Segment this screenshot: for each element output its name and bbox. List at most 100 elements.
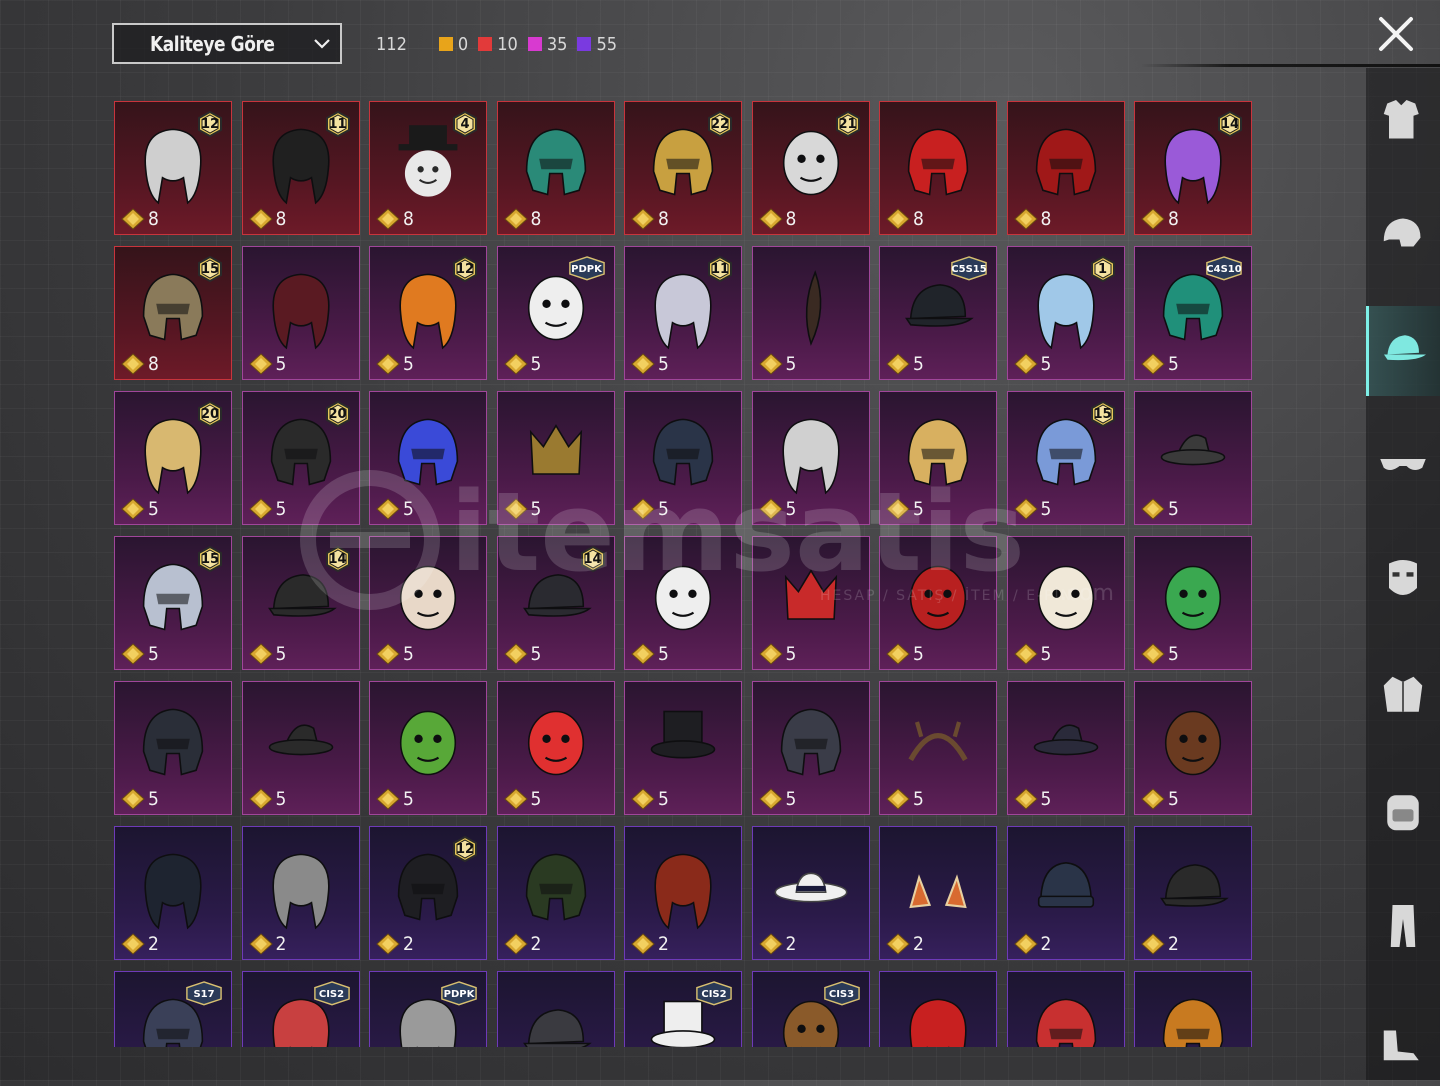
item-card[interactable]: 5 bbox=[879, 681, 997, 815]
sidebar-item-glasses[interactable] bbox=[1366, 421, 1440, 511]
item-icon bbox=[781, 418, 840, 495]
item-card[interactable]: 5 bbox=[1134, 681, 1252, 815]
item-card[interactable]: 2 bbox=[751, 826, 870, 960]
item-quantity: 5 bbox=[503, 353, 541, 375]
item-quantity: 5 bbox=[503, 498, 541, 520]
item-icon bbox=[1037, 565, 1094, 631]
item-card[interactable]: 15 bbox=[1006, 246, 1125, 380]
item-card[interactable] bbox=[879, 971, 997, 1047]
item-card[interactable]: 5 bbox=[751, 681, 870, 815]
item-card[interactable]: 20 5 bbox=[241, 391, 360, 525]
item-card[interactable]: CIS2 bbox=[241, 971, 360, 1047]
item-card[interactable]: 5 bbox=[369, 681, 487, 815]
item-card[interactable]: CIS2 bbox=[624, 971, 742, 1047]
item-card[interactable]: 5 bbox=[751, 246, 870, 380]
item-quantity-value: 2 bbox=[530, 933, 542, 955]
item-card[interactable]: 22 8 bbox=[624, 101, 742, 235]
item-quantity-value: 5 bbox=[785, 353, 797, 375]
item-card[interactable]: 12 2 bbox=[369, 826, 487, 960]
item-card[interactable] bbox=[1134, 971, 1252, 1047]
sidebar-item-pants[interactable] bbox=[1366, 881, 1440, 971]
gold-square-icon bbox=[438, 37, 453, 51]
sidebar-item-helmet[interactable] bbox=[1366, 191, 1440, 281]
item-quantity: 5 bbox=[631, 788, 669, 810]
item-card[interactable]: 5 bbox=[1134, 391, 1252, 525]
close-icon[interactable] bbox=[1376, 14, 1416, 54]
item-card[interactable]: 15 5 bbox=[1006, 391, 1125, 525]
sidebar-item-shoes[interactable] bbox=[1366, 996, 1440, 1086]
item-quantity: 5 bbox=[886, 498, 924, 520]
currency-icon bbox=[886, 788, 910, 810]
item-badge: 1 bbox=[1090, 256, 1116, 282]
item-quantity: 2 bbox=[1141, 933, 1179, 955]
item-card[interactable]: 15 5 bbox=[114, 536, 232, 670]
item-card[interactable]: 8 bbox=[1006, 101, 1125, 235]
item-card[interactable]: 2 bbox=[114, 826, 232, 960]
item-card[interactable]: 15 8 bbox=[114, 246, 232, 380]
item-card[interactable]: 5 bbox=[369, 536, 487, 670]
item-quantity-value: 5 bbox=[1040, 643, 1052, 665]
item-quantity: 5 bbox=[376, 788, 414, 810]
item-card[interactable]: 12 8 bbox=[114, 101, 232, 235]
item-card[interactable]: C4S10 5 bbox=[1134, 246, 1252, 380]
item-quantity: 5 bbox=[758, 353, 797, 375]
item-card[interactable] bbox=[496, 971, 615, 1047]
item-card[interactable]: 5 bbox=[496, 391, 615, 525]
item-card[interactable]: 5 bbox=[114, 681, 232, 815]
item-card[interactable]: 5 bbox=[241, 681, 360, 815]
item-card[interactable]: 14 5 bbox=[241, 536, 360, 670]
item-card[interactable]: 48 bbox=[369, 101, 487, 235]
item-card[interactable]: 12 5 bbox=[369, 246, 487, 380]
item-card[interactable]: 8 bbox=[496, 101, 615, 235]
item-grid: 12 8 11 8 4 8 8 22 8 21 8 8 8 14 8 15 8 5 12 5 PDPK 5 11 5 5 C5S1… bbox=[114, 101, 1254, 1047]
item-quantity: 5 bbox=[1141, 353, 1179, 375]
sidebar-item-outfit[interactable] bbox=[1366, 76, 1440, 166]
item-card[interactable]: 2 bbox=[1006, 826, 1125, 960]
item-icon bbox=[805, 269, 821, 346]
item-card[interactable]: 5 bbox=[879, 391, 997, 525]
item-card[interactable]: 5 bbox=[624, 681, 742, 815]
item-card[interactable]: 5 bbox=[496, 681, 615, 815]
item-card[interactable]: 2 bbox=[241, 826, 360, 960]
item-card[interactable]: 5 bbox=[751, 391, 870, 525]
item-card[interactable]: 5 bbox=[751, 536, 870, 670]
sort-dropdown[interactable]: Kaliteye Göre bbox=[112, 23, 342, 64]
sidebar-item-backpack[interactable] bbox=[1366, 766, 1440, 856]
item-quantity: 5 bbox=[1141, 498, 1179, 520]
item-icon bbox=[907, 128, 969, 196]
item-card[interactable]: 8 bbox=[879, 101, 997, 235]
item-card[interactable] bbox=[1006, 971, 1125, 1047]
sidebar-item-mask[interactable] bbox=[1366, 536, 1440, 626]
sidebar-item-jacket[interactable] bbox=[1366, 651, 1440, 741]
item-card[interactable]: 5 bbox=[1006, 681, 1125, 815]
item-card[interactable]: 5 bbox=[879, 536, 997, 670]
item-quantity: 8 bbox=[376, 208, 414, 230]
item-card[interactable]: 21 8 bbox=[751, 101, 870, 235]
item-card[interactable]: 14 5 bbox=[496, 536, 615, 670]
item-card[interactable]: 5 bbox=[624, 536, 742, 670]
item-card[interactable]: 2 bbox=[1134, 826, 1252, 960]
item-card[interactable]: 5 bbox=[241, 246, 360, 380]
currency-icon bbox=[886, 643, 910, 665]
item-card[interactable]: 11 8 bbox=[241, 101, 360, 235]
sidebar-item-hat[interactable] bbox=[1366, 306, 1440, 396]
item-card[interactable]: S17 bbox=[114, 971, 232, 1047]
item-quantity-value: 8 bbox=[275, 208, 287, 230]
item-card[interactable]: 2 bbox=[879, 826, 997, 960]
item-card[interactable]: 2 bbox=[496, 826, 615, 960]
item-card[interactable]: C5S15 5 bbox=[879, 246, 997, 380]
item-card[interactable]: 14 8 bbox=[1134, 101, 1252, 235]
item-card[interactable]: 5 bbox=[369, 391, 487, 525]
item-card[interactable]: 20 5 bbox=[114, 391, 232, 525]
item-badge: CIS2 bbox=[695, 981, 733, 1007]
currency-icon bbox=[1141, 208, 1165, 230]
item-card[interactable]: 5 bbox=[1134, 536, 1252, 670]
item-card[interactable]: 5 bbox=[624, 391, 742, 525]
item-card[interactable]: 11 5 bbox=[624, 246, 742, 380]
item-card[interactable]: CIS3 bbox=[751, 971, 870, 1047]
item-card[interactable]: PDPK bbox=[369, 971, 487, 1047]
item-card[interactable]: PDPK 5 bbox=[496, 246, 615, 380]
item-card[interactable]: 2 bbox=[624, 826, 742, 960]
item-badge-label: 4 bbox=[460, 116, 470, 132]
item-card[interactable]: 5 bbox=[1006, 536, 1125, 670]
